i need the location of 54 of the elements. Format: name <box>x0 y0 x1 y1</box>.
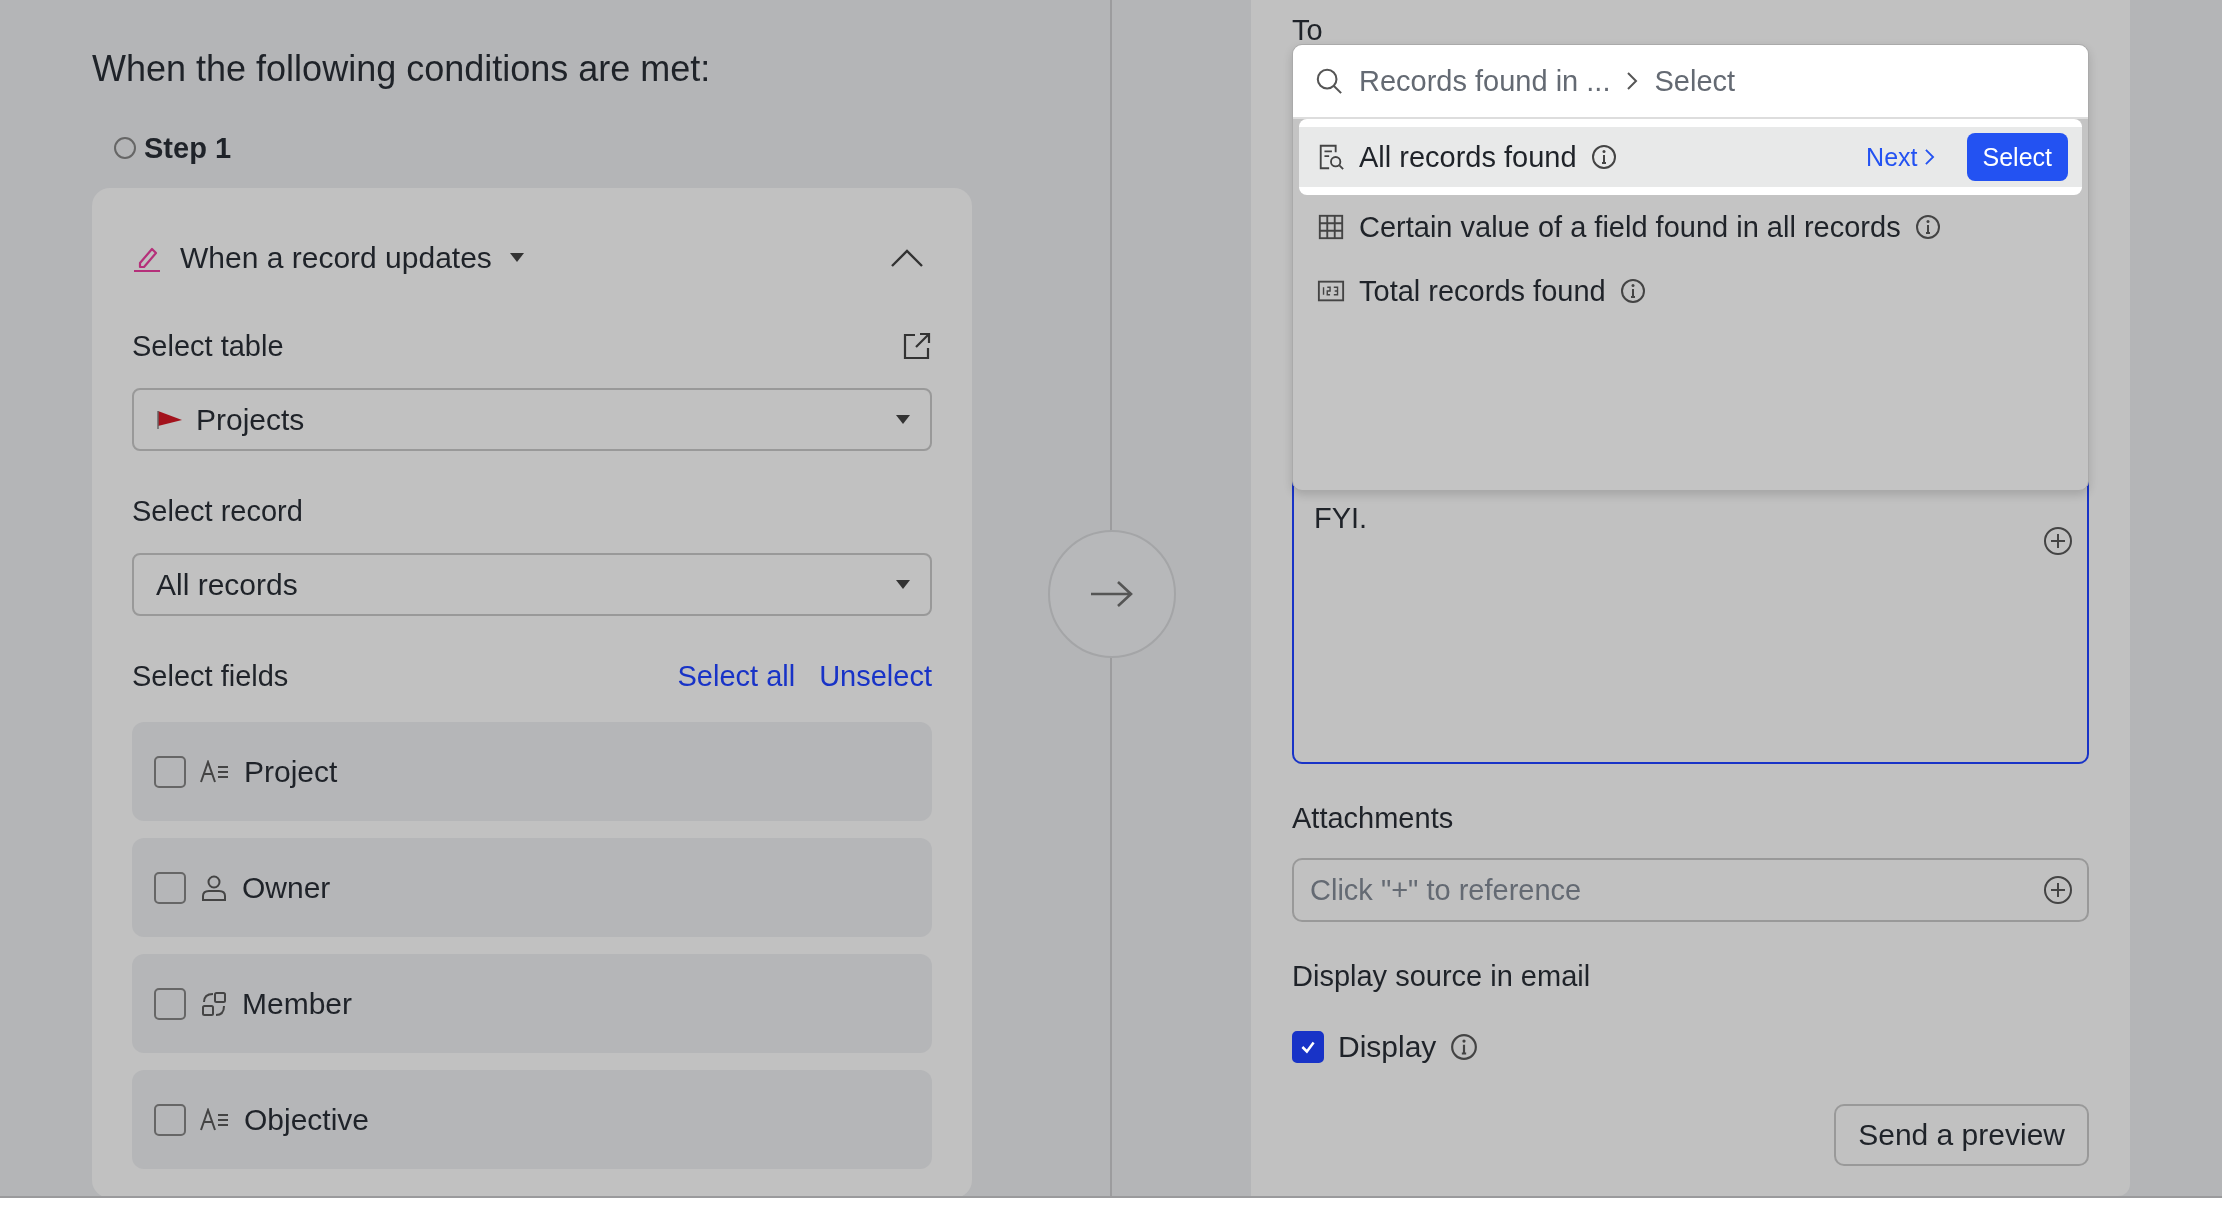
display-source-label: Display source in email <box>1292 958 1592 994</box>
search-icon <box>1315 67 1343 95</box>
document-search-icon <box>1317 143 1345 171</box>
select-record-label: Select record <box>132 494 303 528</box>
step-label: Step 1 <box>144 131 232 165</box>
person-icon <box>200 873 228 902</box>
conditions-heading: When the following conditions are met: <box>92 48 712 90</box>
collapse-chevron-icon[interactable] <box>890 248 924 268</box>
chevron-right-icon <box>1923 148 1935 166</box>
select-button[interactable]: Select <box>1966 133 2068 181</box>
step-circle-icon <box>114 137 136 159</box>
field-row[interactable]: Member <box>132 954 932 1053</box>
external-link-icon[interactable] <box>902 331 932 361</box>
trigger-type-dropdown[interactable]: When a record updates <box>180 241 492 275</box>
caret-icon <box>896 579 910 590</box>
checkbox[interactable] <box>154 1103 186 1136</box>
table-icon <box>1317 213 1345 241</box>
attachments-label: Attachments <box>1292 800 1455 836</box>
select-table-label: Select table <box>132 329 284 363</box>
chevron-right-icon <box>1626 71 1639 91</box>
info-icon[interactable] <box>1619 278 1646 304</box>
next-link[interactable]: Next <box>1866 142 1935 172</box>
text-field-icon <box>200 1107 230 1132</box>
field-row[interactable]: Owner <box>132 838 932 937</box>
add-circle-icon[interactable] <box>2043 526 2073 556</box>
caret-icon <box>896 414 910 425</box>
picker-option[interactable]: Certain value of a field found in all records <box>1293 195 2088 259</box>
unselect-link[interactable]: Unselect <box>819 659 932 693</box>
select-fields-label: Select fields <box>132 659 289 693</box>
picker-search-field[interactable]: Records found in ... Select <box>1293 45 2088 119</box>
info-icon[interactable] <box>1450 1033 1479 1061</box>
add-circle-icon[interactable] <box>2043 875 2073 905</box>
field-row[interactable]: Objective <box>132 1070 932 1169</box>
select-all-link[interactable]: Select all <box>677 659 796 693</box>
send-preview-button[interactable]: Send a preview <box>1834 1104 2089 1166</box>
picker-option[interactable]: All records found Next Select <box>1299 119 2082 195</box>
checkbox[interactable] <box>154 871 186 904</box>
record-select[interactable]: All records <box>132 553 932 616</box>
info-icon[interactable] <box>1590 144 1617 170</box>
grid-shapes-icon <box>200 989 228 1018</box>
text-field-icon <box>200 759 230 784</box>
to-label: To <box>1292 14 1324 44</box>
number-field-icon <box>1317 279 1345 303</box>
display-option-label: Display <box>1338 1030 1437 1064</box>
field-row[interactable]: Project <box>132 722 932 821</box>
checkbox[interactable] <box>154 755 186 788</box>
checkbox[interactable] <box>154 987 186 1020</box>
info-icon[interactable] <box>1914 214 1941 240</box>
picker-option[interactable]: Total records found <box>1293 259 2088 323</box>
flag-icon <box>156 409 184 430</box>
table-select[interactable]: Projects <box>132 388 932 451</box>
arrow-right-icon <box>1089 579 1135 609</box>
caret-icon[interactable] <box>509 253 524 263</box>
checkbox[interactable] <box>1292 1031 1324 1063</box>
